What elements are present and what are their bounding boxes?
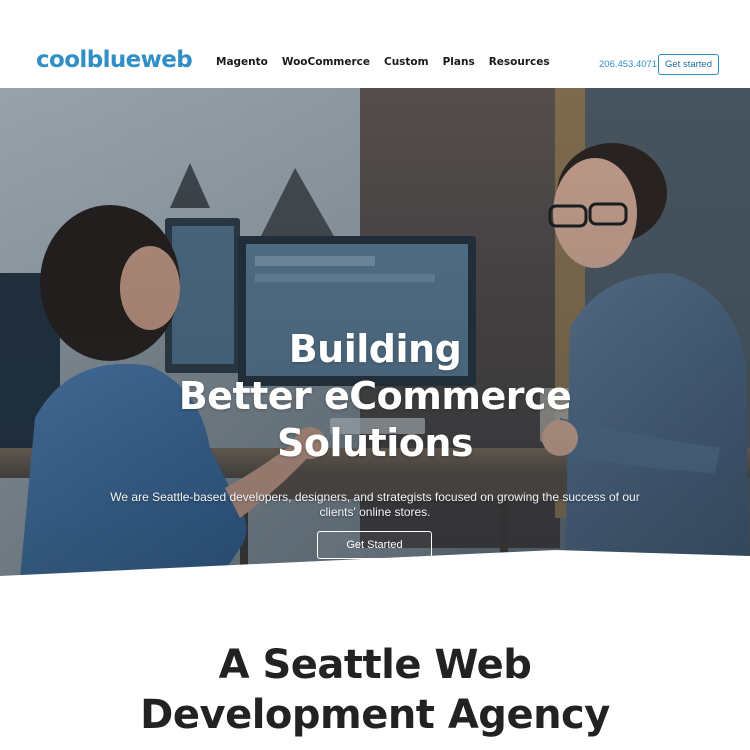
hero-title-line-2: Better eCommerce xyxy=(178,374,572,418)
hero-title-line-1: Building xyxy=(288,327,462,371)
phone-link[interactable]: 206.453.4071 xyxy=(599,59,657,70)
nav-item-magento[interactable]: Magento xyxy=(216,56,268,68)
main-nav: Magento WooCommerce Custom Plans Resourc… xyxy=(216,56,550,68)
hero: Building Better eCommerce Solutions We a… xyxy=(0,88,750,578)
nav-item-plans[interactable]: Plans xyxy=(443,56,475,68)
hero-title-line-3: Solutions xyxy=(276,421,474,465)
get-started-hero-button[interactable]: Get Started xyxy=(317,531,432,559)
site-header: coolblueweb Magento WooCommerce Custom P… xyxy=(0,0,750,88)
nav-item-resources[interactable]: Resources xyxy=(489,56,550,68)
nav-item-custom[interactable]: Custom xyxy=(384,56,429,68)
logo[interactable]: coolblueweb xyxy=(36,47,193,73)
get-started-header-button[interactable]: Get started xyxy=(658,54,719,75)
agency-heading-line-2: Development Agency xyxy=(140,692,610,738)
agency-heading-line-1: A Seattle Web xyxy=(218,642,532,688)
nav-item-woocommerce[interactable]: WooCommerce xyxy=(282,56,370,68)
hero-subtitle: We are Seattle-based developers, designe… xyxy=(110,490,640,519)
agency-heading: A Seattle Web Development Agency xyxy=(0,640,750,740)
hero-title: Building Better eCommerce Solutions xyxy=(0,326,750,467)
